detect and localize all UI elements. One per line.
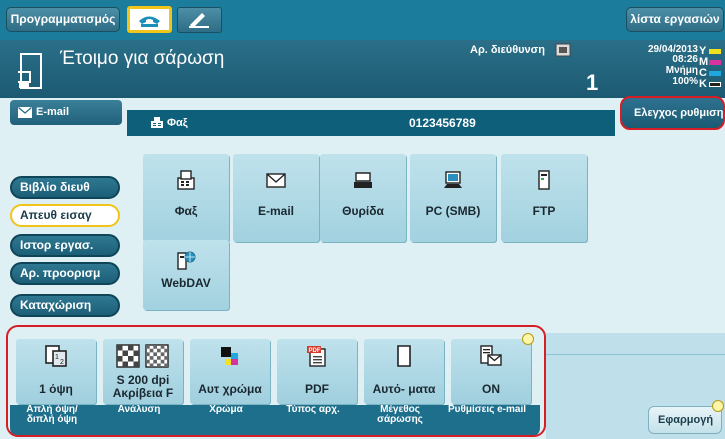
destination-label: WebDAV [161, 276, 211, 290]
toner-bar-y [709, 49, 721, 54]
destination-entry-bar: Φαξ 0123456789 [127, 110, 615, 136]
scan-mode-button[interactable] [177, 7, 222, 33]
toner-bar-c [709, 71, 721, 76]
status-time: 08:26 [672, 54, 698, 65]
computer-icon [444, 171, 462, 188]
email-tab[interactable]: E-mail [10, 100, 122, 125]
destination-label: Φαξ [174, 204, 198, 218]
address-count: 1 [586, 70, 599, 95]
envelope-icon [18, 107, 32, 118]
status-title: Έτοιμο για σάρωση [60, 48, 225, 69]
toner-m: M [699, 56, 722, 68]
fax-icon [177, 170, 195, 190]
nav-direct-input[interactable]: Απευθ εισαγ [10, 204, 120, 227]
apply-button[interactable]: Εφαρμογή [648, 406, 722, 434]
settings-highlight-frame [6, 325, 546, 437]
destination-label: FTP [532, 204, 556, 218]
nav-register[interactable]: Καταχώριση [10, 294, 120, 317]
top-bar: Προγραμματισμός λίστα εργασιών [0, 0, 725, 40]
destination-fax[interactable]: Φαξ [143, 154, 229, 242]
nav-job-history[interactable]: Ιστορ εργασ. [10, 234, 120, 257]
destination-label: PC (SMB) [425, 204, 481, 218]
destination-label: Θυρίδα [342, 204, 384, 218]
destination-number: 0123456789 [409, 116, 476, 130]
status-bar: Έτοιμο για σάρωση Αρ. διεύθυνση 1 29/04/… [0, 40, 725, 98]
envelope-icon [266, 173, 286, 188]
apply-indicator [712, 400, 724, 412]
job-list-button[interactable]: λίστα εργασιών [626, 7, 724, 32]
destination-pc-smb[interactable]: PC (SMB) [410, 154, 496, 242]
destination-ftp[interactable]: FTP [501, 154, 587, 242]
memory-value: 100% [672, 76, 698, 87]
box-icon [354, 172, 372, 188]
destination-label: E-mail [257, 204, 294, 218]
memory-label: Μνήμη [665, 65, 698, 76]
band-divider [546, 354, 725, 355]
fax-mode-button[interactable] [127, 6, 172, 33]
nav-destination-number[interactable]: Αρ. προορισμ [10, 262, 120, 285]
fax-mode-icon [139, 16, 160, 27]
scan-mode-icon [189, 13, 209, 28]
toner-y: Y [699, 45, 722, 57]
destination-webdav[interactable]: WebDAV [143, 240, 229, 310]
webdav-icon [177, 251, 196, 270]
scan-document-icon [18, 53, 42, 89]
server-icon [538, 170, 550, 190]
check-settings-button[interactable]: Ελεγχος ρυθμισης [620, 96, 725, 130]
fax-icon [151, 117, 163, 128]
nav-address-book[interactable]: Βιβλίο διευθ [10, 176, 120, 199]
toner-c: C [699, 67, 722, 79]
destination-type: Φαξ [167, 117, 188, 129]
email-tab-label: E-mail [36, 106, 70, 118]
toner-bar-m [709, 60, 721, 65]
address-count-label: Αρ. διεύθυνση [470, 44, 545, 56]
device-status-panel: 29/04/2013 08:26 Μνήμη 100% Y M C K [620, 40, 725, 98]
programming-button[interactable]: Προγραμματισμός [6, 7, 120, 32]
destination-email[interactable]: E-mail [233, 154, 319, 242]
address-book-icon [555, 43, 571, 57]
toner-bar-k [709, 82, 721, 87]
scan-screen: Προγραμματισμός λίστα εργασιών Έτοιμο γι… [0, 0, 725, 439]
toner-k: K [699, 78, 722, 90]
destination-box[interactable]: Θυρίδα [320, 154, 406, 242]
